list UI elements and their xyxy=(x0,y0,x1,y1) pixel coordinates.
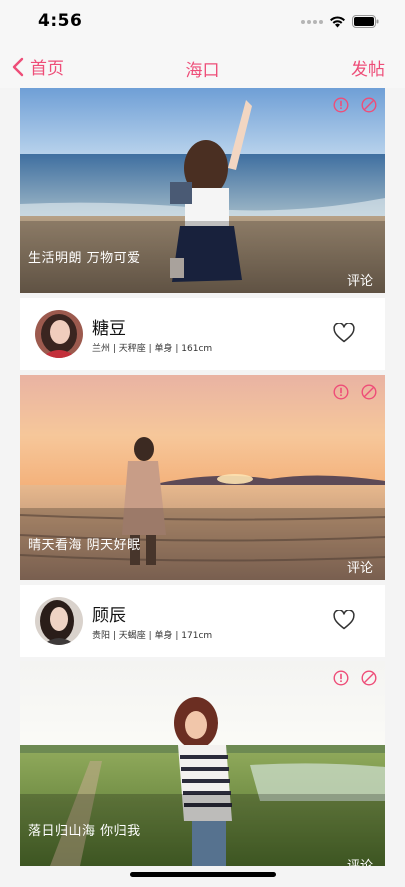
photo-actions xyxy=(333,384,377,400)
post-button[interactable]: 发帖 xyxy=(351,55,385,80)
navigation-bar: 首页 海口 发帖 xyxy=(0,44,405,88)
status-time: 4:56 xyxy=(38,11,83,31)
block-icon[interactable] xyxy=(361,670,377,686)
post-photo[interactable]: 落日归山海 你归我 评论 xyxy=(20,661,385,866)
report-icon[interactable] xyxy=(333,670,349,686)
photo-actions xyxy=(333,97,377,113)
heart-icon[interactable] xyxy=(333,609,355,630)
comment-button[interactable]: 评论 xyxy=(347,855,373,866)
avatar[interactable] xyxy=(35,597,83,645)
post-card: 落日归山海 你归我 评论 xyxy=(20,661,385,866)
photo-actions xyxy=(333,670,377,686)
block-icon[interactable] xyxy=(361,97,377,113)
report-icon[interactable] xyxy=(333,384,349,400)
status-bar: 4:56 xyxy=(0,0,405,44)
comment-button[interactable]: 评论 xyxy=(347,557,373,576)
user-name: 顾辰 xyxy=(92,606,126,626)
app-screen: 4:56 首页 海口 发帖 生活明朗 万物可爱 评论 糖豆 兰州 | 天秤座 |… xyxy=(0,0,405,887)
user-info-row[interactable]: 顾辰 贵阳 | 天蝎座 | 单身 | 171cm xyxy=(20,585,385,657)
post-feed[interactable]: 生活明朗 万物可爱 评论 糖豆 兰州 | 天秤座 | 单身 | 161cm 晴天… xyxy=(0,88,405,887)
user-meta: 兰州 | 天秤座 | 单身 | 161cm xyxy=(92,344,213,354)
report-icon[interactable] xyxy=(333,97,349,113)
post-card: 生活明朗 万物可爱 评论 糖豆 兰州 | 天秤座 | 单身 | 161cm xyxy=(20,88,385,370)
battery-icon xyxy=(352,15,379,28)
page-title: 海口 xyxy=(185,61,220,81)
user-name: 糖豆 xyxy=(92,319,126,339)
user-meta: 贵阳 | 天蝎座 | 单身 | 171cm xyxy=(92,631,213,641)
home-indicator[interactable] xyxy=(130,872,276,877)
post-photo[interactable]: 晴天看海 阴天好眠 评论 xyxy=(20,375,385,580)
comment-button[interactable]: 评论 xyxy=(347,270,373,289)
heart-icon[interactable] xyxy=(333,322,355,343)
wifi-icon xyxy=(330,16,345,28)
status-icons xyxy=(301,15,379,28)
post-photo[interactable]: 生活明朗 万物可爱 评论 xyxy=(20,88,385,293)
post-card: 晴天看海 阴天好眠 评论 顾辰 贵阳 | 天蝎座 | 单身 | 171cm xyxy=(20,375,385,657)
post-caption: 晴天看海 阴天好眠 xyxy=(28,538,141,553)
signal-icon xyxy=(301,19,323,24)
user-info-row[interactable]: 糖豆 兰州 | 天秤座 | 单身 | 161cm xyxy=(20,298,385,370)
post-caption: 落日归山海 你归我 xyxy=(28,824,141,839)
block-icon[interactable] xyxy=(361,384,377,400)
post-caption: 生活明朗 万物可爱 xyxy=(28,251,141,266)
avatar[interactable] xyxy=(35,310,83,358)
